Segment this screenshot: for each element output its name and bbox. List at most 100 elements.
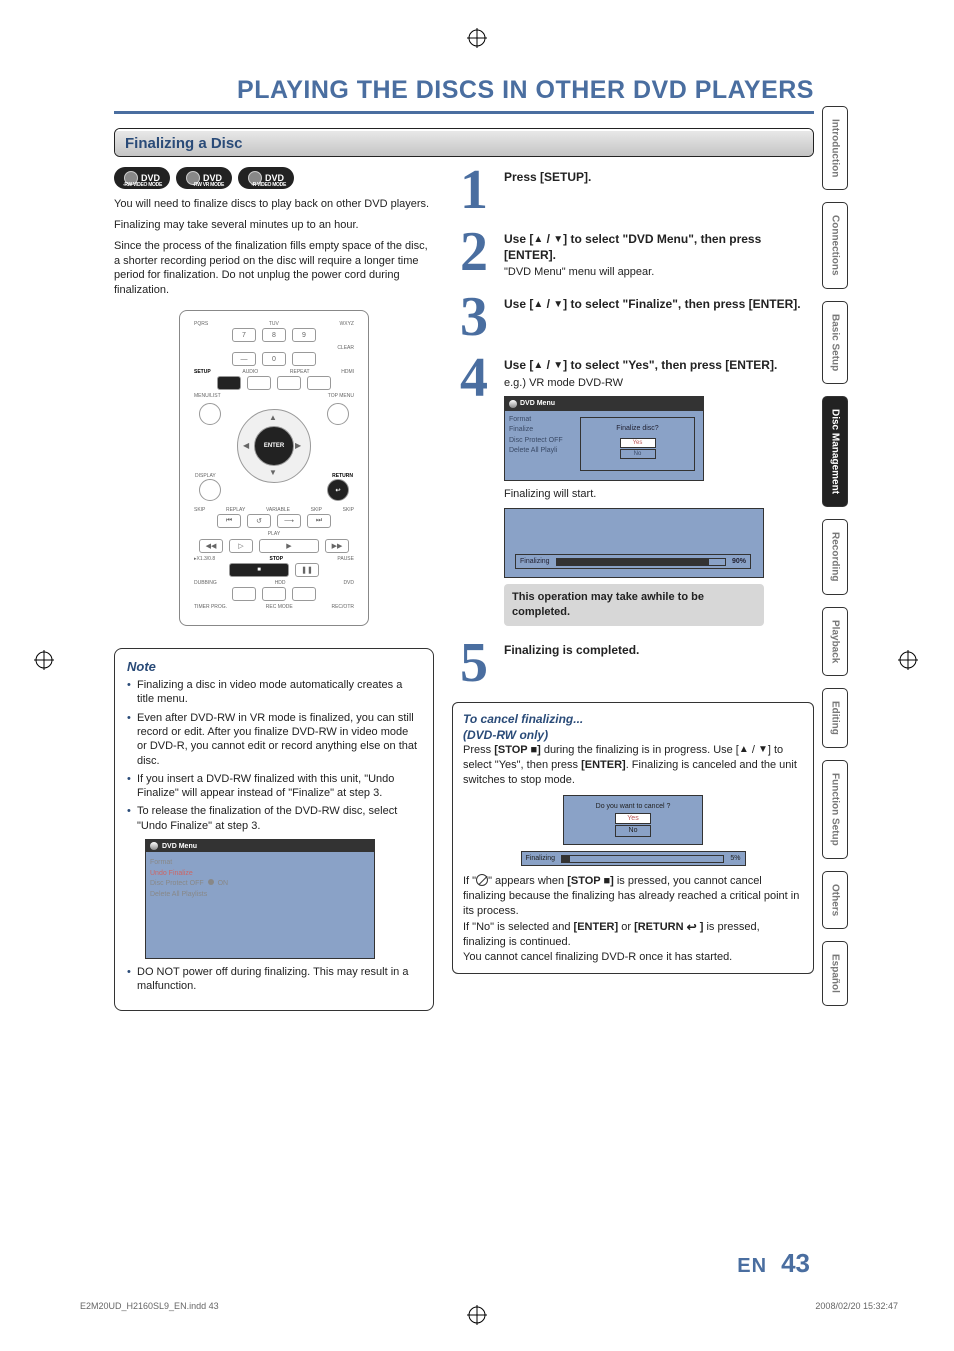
remote-key-dubbing <box>232 587 256 601</box>
step-3: 3 Use [▲ / ▼] to select "Finalize", then… <box>452 294 814 342</box>
step-2-sub: "DVD Menu" menu will appear. <box>504 265 814 280</box>
progress-percent: 90% <box>732 557 746 566</box>
step-4-eg: e.g.) VR mode DVD-RW <box>504 376 814 391</box>
operation-warning: This operation may take awhile to be com… <box>504 584 764 626</box>
popup-question: Do you want to cancel ? <box>570 802 696 811</box>
popup-yes: Yes <box>620 438 656 448</box>
remote-key-hdd <box>262 587 286 601</box>
remote-key-blank2 <box>292 352 316 366</box>
remote-label-tuv: TUV <box>269 321 279 327</box>
remote-key-dvd <box>292 587 316 601</box>
popup-no: No <box>615 825 651 836</box>
intro-text-1: You will need to finalize discs to play … <box>114 197 434 212</box>
remote-label-play: PLAY <box>188 531 360 537</box>
cancel-p4: You cannot cancel finalizing DVD-R once … <box>463 950 803 965</box>
arrow-down-icon: ▼ <box>553 233 563 247</box>
remote-key-skipback: ⏮ <box>217 514 241 528</box>
step-5: 5 Finalizing is completed. <box>452 640 814 688</box>
tab-function-setup[interactable]: Function Setup <box>822 760 848 859</box>
remote-label-pqrs: PQRS <box>194 321 208 327</box>
cancel-popup: Do you want to cancel ? Yes No <box>563 795 703 844</box>
menu-row-undo-finalize: Undo Finalize <box>150 869 228 880</box>
remote-label-replay: REPLAY <box>226 507 245 513</box>
tab-playback[interactable]: Playback <box>822 607 848 676</box>
popup-question: Finalize disc? <box>589 424 686 433</box>
step-number: 1 <box>452 167 496 215</box>
remote-key-blank: — <box>232 352 256 366</box>
page-number: EN43 <box>737 1248 810 1279</box>
remote-key-0: 0 <box>262 352 286 366</box>
step-number: 4 <box>452 355 496 626</box>
step-1: 1 Press [SETUP]. <box>452 167 814 215</box>
footer-left: E2M20UD_H2160SL9_EN.indd 43 <box>80 1301 219 1311</box>
arrow-left-icon: ◀ <box>243 441 249 450</box>
remote-key-hdmi <box>307 376 331 390</box>
footer-right: 2008/02/20 15:32:47 <box>815 1301 898 1311</box>
disc-badges: DVD -RW VIDEO MODE DVD -RW VR MODE DVD -… <box>114 167 434 189</box>
arrow-down-icon: ▼ <box>758 743 768 757</box>
step-2: 2 Use [▲ / ▼] to select "DVD Menu", then… <box>452 229 814 280</box>
remote-key-setup <box>217 376 241 390</box>
cancel-title-1: To cancel finalizing... <box>463 711 803 727</box>
note-item-warning: DO NOT power off during finalizing. This… <box>127 965 421 994</box>
note-box: Note Finalizing a disc in video mode aut… <box>114 648 434 1011</box>
cancel-finalizing-box: To cancel finalizing... (DVD-RW only) Pr… <box>452 702 814 974</box>
note-item: Even after DVD-RW in VR mode is finalize… <box>127 711 421 768</box>
dvd-menu-title: DVD Menu <box>162 843 197 850</box>
remote-key-repeat <box>277 376 301 390</box>
progress-track <box>561 855 724 863</box>
cancel-title-2: (DVD-RW only) <box>463 727 803 743</box>
remote-label-dubbing: DUBBING <box>194 580 217 586</box>
remote-label-variable: VARIABLE <box>266 507 290 513</box>
disc-icon <box>150 842 158 850</box>
remote-key-replay: ↺ <box>247 514 271 528</box>
tab-others[interactable]: Others <box>822 871 848 929</box>
remote-key-9: 9 <box>292 328 316 342</box>
page-number-lang: EN <box>737 1255 767 1277</box>
remote-control-illustration: PQRSTUVWXYZ 7 8 9 CLEAR — 0 SETUP AUDIO … <box>179 310 369 626</box>
registration-mark <box>898 650 918 670</box>
step-4: 4 Use [▲ / ▼] to select "Yes", then pres… <box>452 355 814 626</box>
badge-dvd-r-video: DVD -R VIDEO MODE <box>238 167 294 189</box>
prohibit-icon <box>476 874 488 886</box>
remote-label-hdd: HDD <box>275 580 286 586</box>
remote-key-varskip: ⟶ <box>277 514 301 528</box>
remote-key-7: 7 <box>232 328 256 342</box>
remote-key-8: 8 <box>262 328 286 342</box>
tab-connections[interactable]: Connections <box>822 202 848 289</box>
remote-label-topmenu: TOP MENU <box>328 393 354 399</box>
badge-sub: -RW VIDEO MODE <box>123 182 162 188</box>
arrow-down-icon: ▼ <box>269 468 277 477</box>
step-number: 2 <box>452 229 496 280</box>
tab-disc-management[interactable]: Disc Management <box>822 396 848 507</box>
tab-basic-setup[interactable]: Basic Setup <box>822 301 848 384</box>
step-2-text: Use [▲ / ▼] to select "DVD Menu", then p… <box>504 232 761 262</box>
remote-label-repeat: REPEAT <box>290 369 310 375</box>
note-title: Note <box>127 659 421 674</box>
remote-key-rew: ◀◀ <box>199 539 223 553</box>
menu-row-delete: Delete All Playlists <box>150 890 228 901</box>
popup-yes: Yes <box>615 813 651 824</box>
remote-nav-wheel: DISPLAY RETURN ↩ ENTER ▲ ▼ ◀ ▶ <box>199 403 349 493</box>
tab-recording[interactable]: Recording <box>822 519 848 594</box>
tab-espanol[interactable]: Español <box>822 941 848 1006</box>
step-5-text: Finalizing is completed. <box>504 643 639 657</box>
tab-introduction[interactable]: Introduction <box>822 106 848 190</box>
remote-label-clear: CLEAR <box>337 345 354 351</box>
tab-editing[interactable]: Editing <box>822 688 848 748</box>
arrow-right-icon: ▶ <box>295 441 301 450</box>
note-item: To release the finalization of the DVD-R… <box>127 804 421 833</box>
remote-label-display: DISPLAY <box>195 473 216 479</box>
page-footer: E2M20UD_H2160SL9_EN.indd 43 2008/02/20 1… <box>80 1301 898 1311</box>
finalizing-start-text: Finalizing will start. <box>504 487 814 502</box>
intro-text-2: Finalizing may take several minutes up t… <box>114 218 434 233</box>
remote-key-stop: ■ <box>229 563 289 577</box>
arrow-up-icon: ▲ <box>739 743 749 757</box>
menu-row-format: Format <box>150 858 228 869</box>
remote-key-ff: ▶▶ <box>325 539 349 553</box>
page-title: PLAYING THE DISCS IN OTHER DVD PLAYERS <box>114 76 814 114</box>
progress-percent: 5% <box>730 854 740 863</box>
remote-label-dvd: DVD <box>343 580 354 586</box>
remote-label-menulist: MENU/LIST <box>194 393 221 399</box>
menu-row-protect-on: ON <box>218 880 229 887</box>
